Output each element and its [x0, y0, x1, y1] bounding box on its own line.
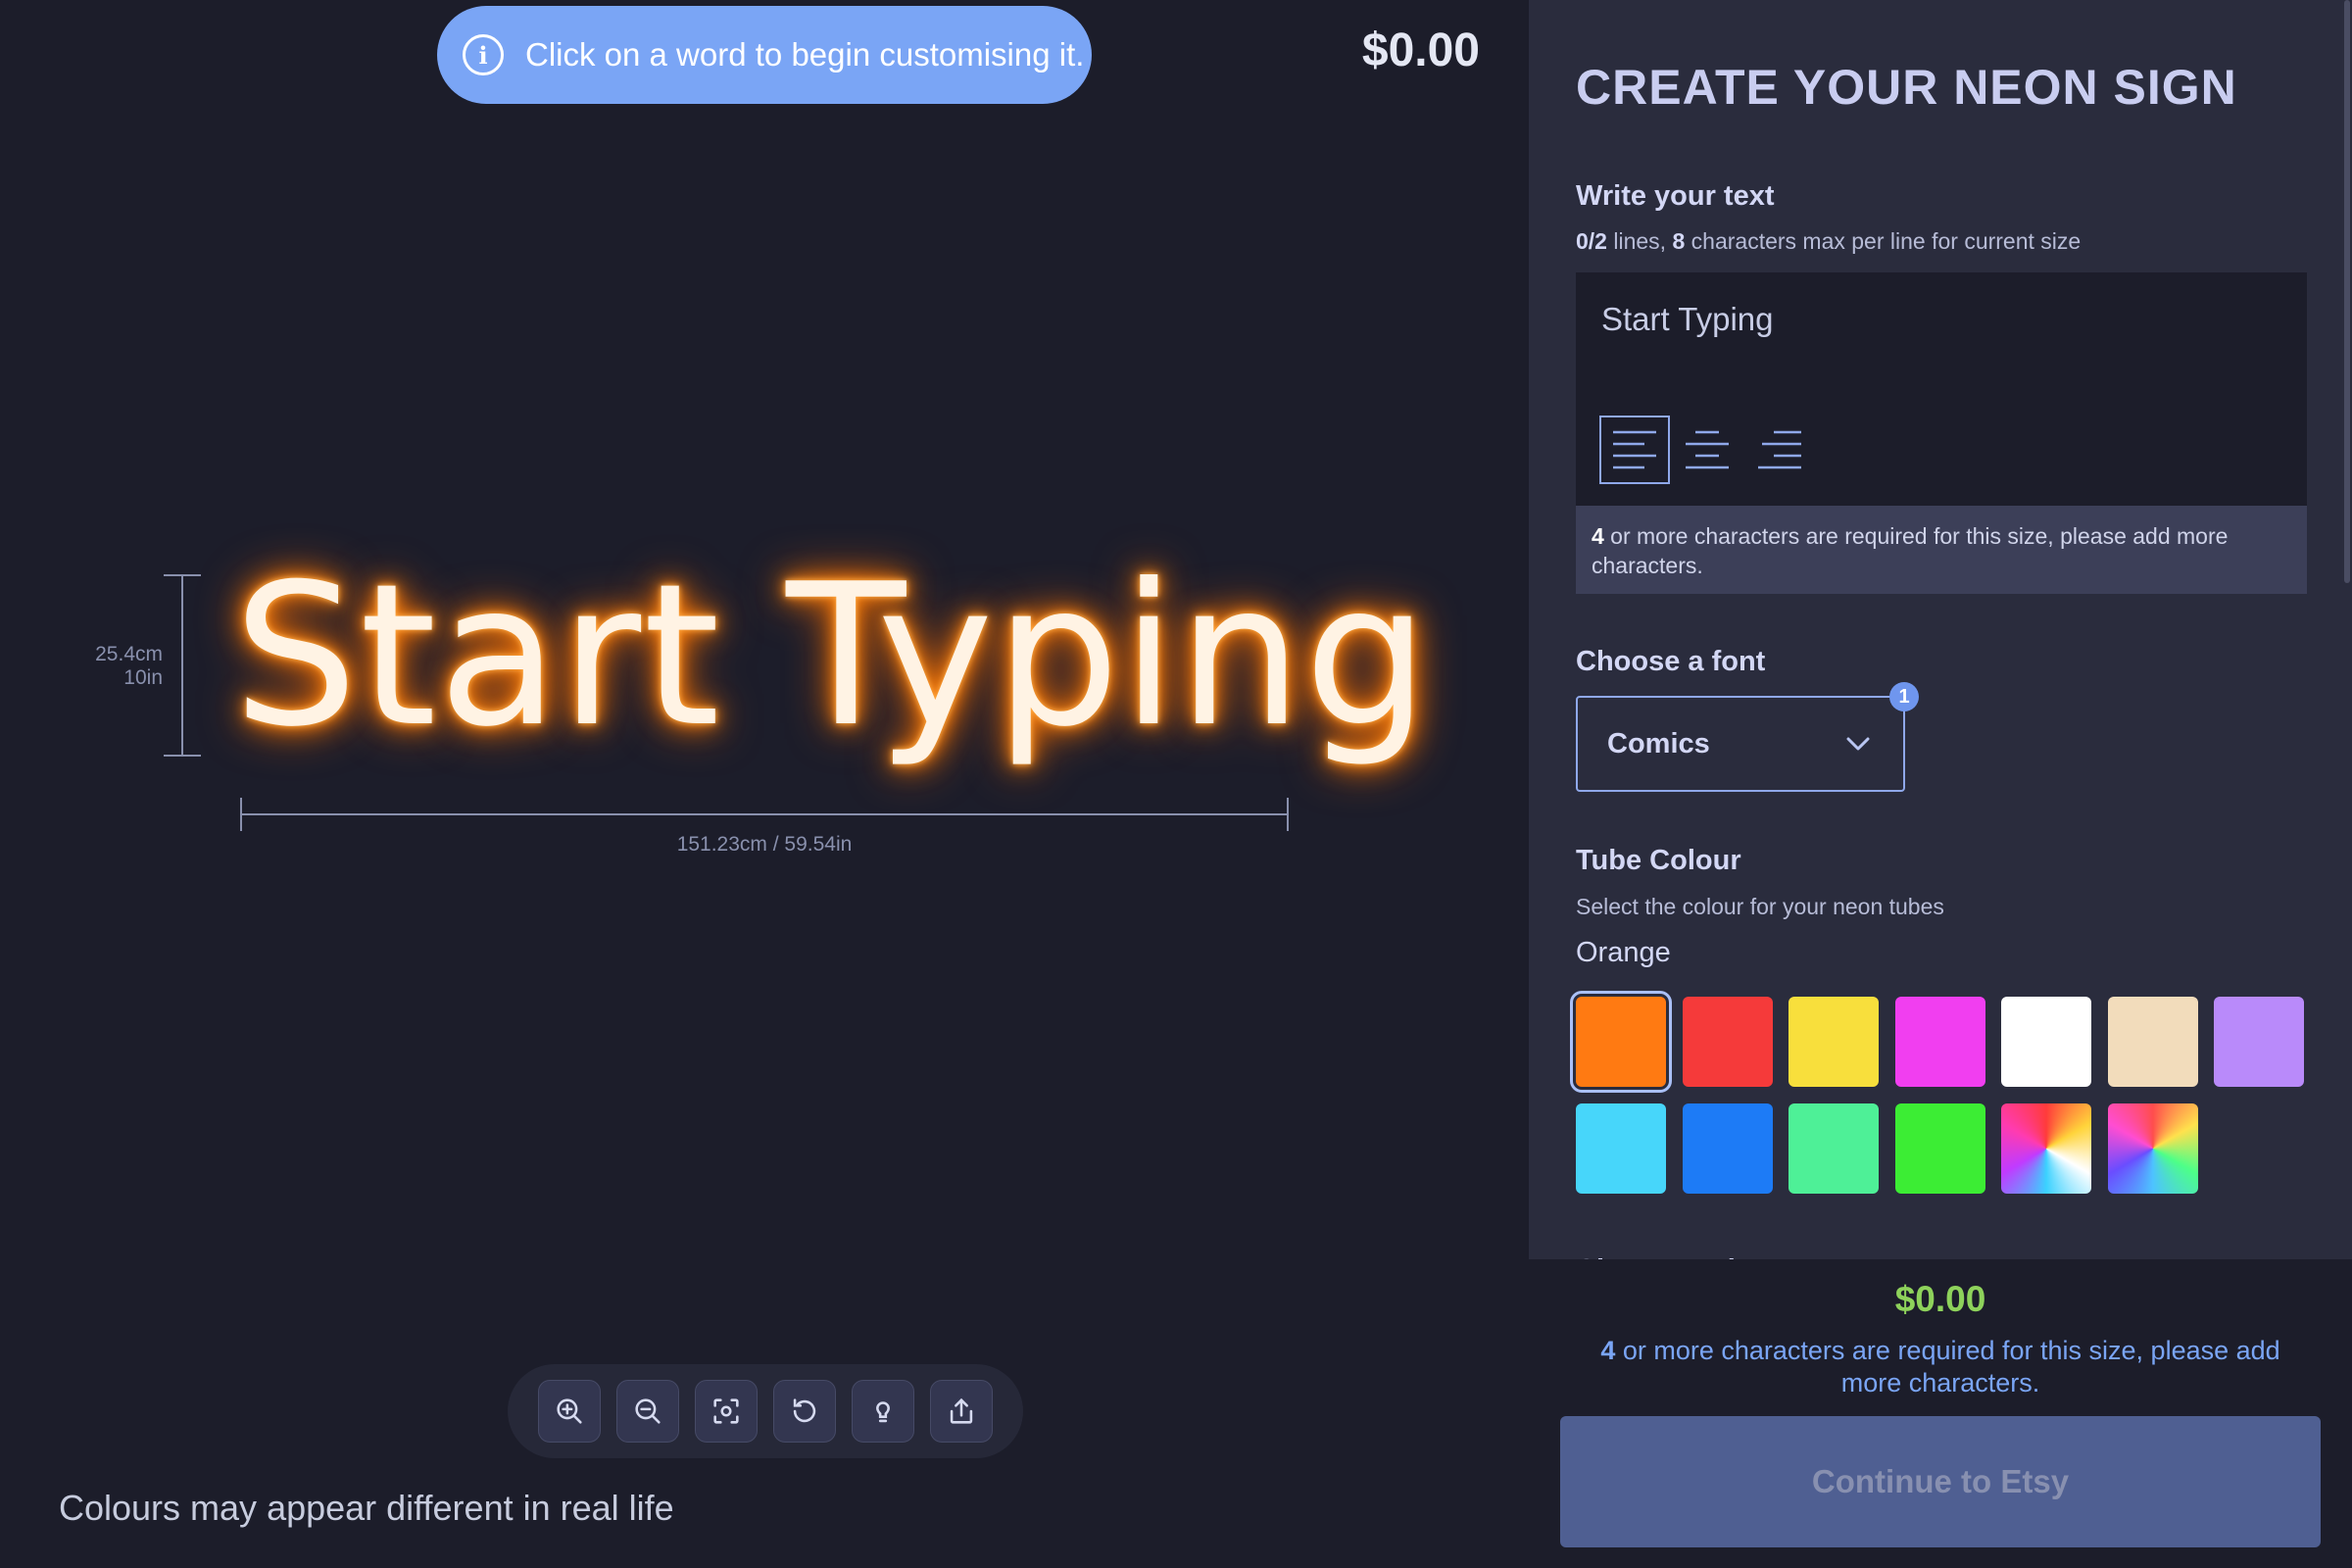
preview-price: $0.00: [1361, 24, 1480, 76]
selected-colour-name: Orange: [1576, 937, 1671, 968]
hint-banner: i Click on a word to begin customising i…: [437, 6, 1092, 104]
align-left-button[interactable]: [1599, 416, 1670, 484]
colour-section-subtitle: Select the colour for your neon tubes: [1576, 894, 1944, 919]
width-dimension-line: [240, 813, 1289, 815]
colour-swatch[interactable]: [1570, 991, 1672, 1093]
zoom-in-icon: [557, 1398, 582, 1424]
height-cm: 25.4cm: [95, 643, 163, 665]
preview-toolbar: [508, 1364, 1023, 1458]
max-chars-suffix: characters max per line for current size: [1685, 228, 2082, 254]
colour-swatch[interactable]: [2107, 1103, 2198, 1194]
text-section-title: Write your text: [1576, 180, 1775, 212]
summary-warning: 4 or more characters are required for th…: [1588, 1335, 2293, 1399]
colour-disclaimer: Colours may appear different in real lif…: [59, 1488, 674, 1528]
focus-icon: [713, 1398, 739, 1424]
lightbulb-icon: [876, 1401, 890, 1423]
text-section-subtitle: 0/2 lines, 8 characters max per line for…: [1576, 228, 2081, 255]
max-chars: 8: [1672, 228, 1686, 254]
colour-swatch[interactable]: [1682, 997, 1773, 1087]
panel-title: CREATE YOUR NEON SIGN: [1576, 60, 2237, 115]
align-left-icon: [1613, 430, 1656, 469]
zoom-out-button[interactable]: [616, 1380, 679, 1443]
colour-swatch[interactable]: [1576, 1103, 1666, 1194]
align-right-button[interactable]: [1744, 416, 1815, 484]
width-dimension-cap-right: [1287, 798, 1289, 831]
colour-swatch[interactable]: [2001, 1103, 2091, 1194]
order-summary: $0.00 4 or more characters are required …: [1529, 1259, 2352, 1568]
lines-word: lines,: [1606, 228, 1673, 254]
text-length-warning: 4 or more characters are required for th…: [1576, 506, 2307, 594]
chevron-down-icon: [1846, 737, 1870, 751]
align-center-button[interactable]: [1672, 416, 1742, 484]
zoom-in-button[interactable]: [538, 1380, 601, 1443]
font-step-badge: 1: [1889, 682, 1919, 711]
panel-scrollbar-thumb[interactable]: [2344, 0, 2350, 583]
text-entry-box: [1576, 272, 2307, 506]
colour-swatch[interactable]: [2107, 997, 2198, 1087]
align-center-icon: [1686, 430, 1729, 469]
info-icon: i: [463, 34, 504, 75]
colour-swatch[interactable]: [2214, 997, 2304, 1087]
colour-swatch[interactable]: [1788, 997, 1879, 1087]
rotate-icon: [793, 1398, 816, 1423]
font-selected-value: Comics: [1607, 727, 1710, 760]
font-section-title: Choose a font: [1576, 646, 1766, 677]
configuration-panel: CREATE YOUR NEON SIGN Write your text 0/…: [1529, 0, 2352, 1259]
width-dimension-label: 151.23cm / 59.54in: [676, 833, 853, 856]
rotate-button[interactable]: [773, 1380, 836, 1443]
colour-section-title: Tube Colour: [1576, 845, 1741, 876]
neon-preview-text[interactable]: Start Typing: [233, 539, 1429, 774]
continue-to-etsy-button[interactable]: Continue to Etsy: [1560, 1416, 2321, 1547]
colour-swatch[interactable]: [1894, 997, 1985, 1087]
summary-warning-count: 4: [1600, 1336, 1616, 1365]
share-icon: [950, 1397, 973, 1424]
height-dimension-cap-bottom: [164, 755, 201, 757]
colour-swatch[interactable]: [1894, 1103, 1985, 1194]
sign-text-input[interactable]: [1599, 294, 2279, 345]
size-section-title: Choose a size: [1576, 1250, 1791, 1259]
preview-area: i Click on a word to begin customising i…: [0, 0, 1529, 1568]
lightbulb-button[interactable]: [852, 1380, 914, 1443]
font-dropdown[interactable]: Comics: [1576, 696, 1905, 792]
zoom-out-icon: [635, 1398, 661, 1424]
colour-swatch[interactable]: [1788, 1103, 1879, 1194]
summary-warning-text: or more characters are required for this…: [1615, 1336, 2280, 1397]
focus-button[interactable]: [695, 1380, 758, 1443]
summary-price: $0.00: [1894, 1279, 1986, 1319]
colour-swatch[interactable]: [2001, 997, 2091, 1087]
height-dimension-label: 25.4cm 10in: [59, 643, 163, 690]
hint-text: Click on a word to begin customising it.: [525, 36, 1085, 73]
warning-text: or more characters are required for this…: [1592, 523, 2229, 578]
height-in: 10in: [123, 666, 163, 689]
align-right-icon: [1758, 430, 1801, 469]
colour-swatch[interactable]: [1682, 1103, 1773, 1194]
height-dimension-line: [181, 574, 183, 757]
lines-count: 0/2: [1576, 228, 1607, 254]
share-button[interactable]: [930, 1380, 993, 1443]
warning-count: 4: [1592, 523, 1604, 549]
